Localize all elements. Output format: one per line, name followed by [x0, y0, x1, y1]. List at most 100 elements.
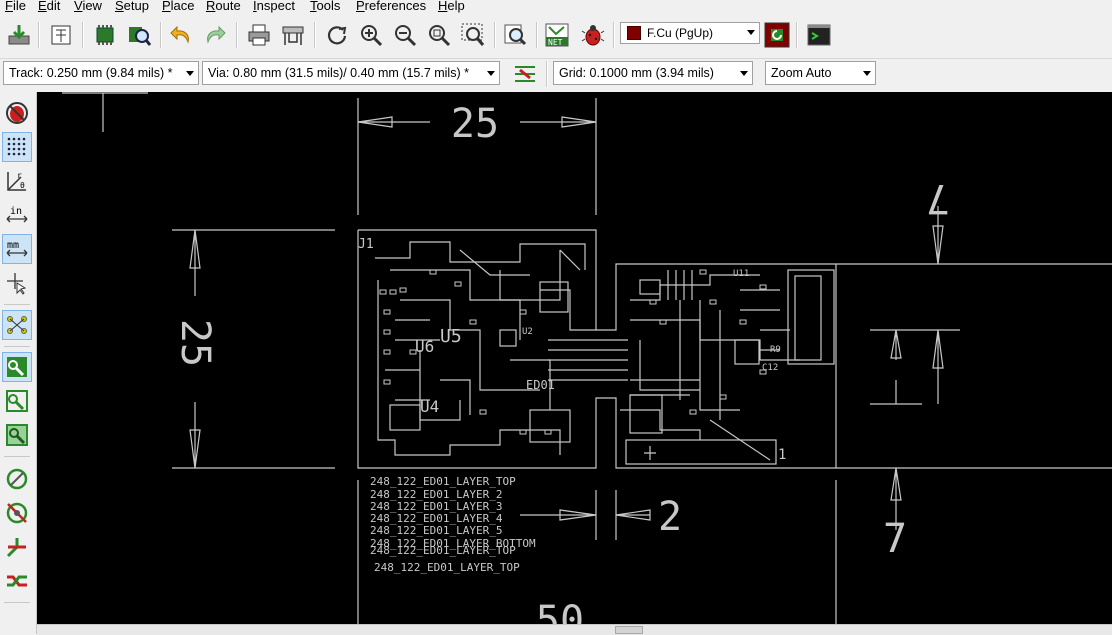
track-width-select[interactable]: Track: 0.250 mm (9.84 mils) * — [3, 61, 199, 85]
dimension-mid-text: 2 — [658, 494, 682, 540]
save-board-button[interactable] — [4, 20, 34, 50]
ref-label: U2 — [522, 327, 533, 337]
track-sketch-icon — [6, 538, 26, 558]
zoom-select[interactable]: Zoom Auto — [765, 61, 876, 85]
redraw-button[interactable] — [322, 20, 352, 50]
zoom-in-icon — [361, 25, 383, 47]
track-sketch-button[interactable] — [2, 532, 32, 562]
high-contrast-button[interactable] — [2, 566, 32, 596]
inch-units-icon: in — [6, 206, 28, 223]
via-sketch-icon — [6, 502, 28, 524]
find-button[interactable] — [500, 20, 530, 50]
zone-outline-icon — [6, 390, 28, 412]
menu-inspect[interactable]: Inspect — [253, 0, 295, 14]
horizontal-scrollbar[interactable] — [37, 624, 1112, 635]
netlist-button[interactable]: NET — [542, 20, 572, 50]
page-settings-icon — [51, 25, 71, 45]
undo-button[interactable] — [166, 20, 196, 50]
footprint-editor-button[interactable] — [90, 20, 120, 50]
via-size-select[interactable]: Via: 0.80 mm (31.5 mils)/ 0.40 mm (15.7 … — [202, 61, 500, 85]
zoom-fit-button[interactable] — [424, 20, 454, 50]
units-inch-button[interactable]: in — [2, 200, 32, 230]
units-mm-button[interactable]: mm — [2, 234, 32, 264]
pcb-canvas[interactable]: 25 25 2 50 7 7 U5 U6 U4 U2 U11 J1 1 R9 C… — [37, 92, 1112, 624]
menu-preferences[interactable]: Preferences — [356, 0, 426, 14]
dropdown-arrow-icon — [863, 71, 871, 76]
ref-label: 1 — [778, 447, 786, 463]
main-toolbar: NET F.Cu (PgUp) — [0, 14, 1112, 59]
footprint-icon — [96, 25, 114, 45]
layer-select[interactable]: F.Cu (PgUp) — [620, 22, 760, 44]
menu-bar: File Edit View Setup Place Route Inspect… — [0, 0, 1112, 14]
layer-label: 248_122_ED01_LAYER_TOP — [370, 475, 516, 488]
via-size-value: Via: 0.80 mm (31.5 mils)/ 0.40 mm (15.7 … — [208, 66, 469, 80]
refresh-icon — [327, 26, 347, 45]
menu-route[interactable]: Route — [206, 0, 241, 14]
zone-outline-button[interactable] — [2, 386, 32, 416]
show-grid-button[interactable] — [2, 132, 32, 162]
dropdown-arrow-icon — [740, 71, 748, 76]
ref-label: U11 — [733, 269, 749, 279]
auto-track-width-button[interactable] — [510, 59, 540, 89]
layer-label: 248_122_ED01_LAYER_TOP — [374, 561, 520, 574]
menu-view[interactable]: View — [74, 0, 102, 14]
layer-label: 248_122_ED01_LAYER_TOP — [370, 544, 516, 557]
ref-label: J1 — [358, 237, 374, 252]
zone-fill-button[interactable] — [2, 352, 32, 382]
zone-sketch-button[interactable] — [2, 420, 32, 450]
page-settings-button[interactable] — [46, 20, 76, 50]
full-crosshair-button[interactable] — [2, 268, 32, 298]
ratsnest-button[interactable] — [2, 310, 32, 340]
footprint-viewer-button[interactable] — [124, 20, 154, 50]
layer-pair-button[interactable] — [762, 20, 792, 50]
ref-label: C12 — [762, 363, 778, 373]
grid-select[interactable]: Grid: 0.1000 mm (3.94 mils) — [553, 61, 753, 85]
layer-label: 248_122_ED01_LAYER_5 — [370, 524, 502, 537]
dimension-top-text: 25 — [451, 101, 499, 147]
dropdown-arrow-icon — [747, 30, 755, 35]
grid-icon — [7, 137, 26, 156]
scripting-console-button[interactable] — [804, 20, 834, 50]
menu-help[interactable]: Help — [438, 0, 465, 14]
svg-text:NET: NET — [548, 38, 563, 47]
drc-button[interactable] — [578, 20, 608, 50]
track-width-icon — [515, 66, 535, 82]
ref-label: U6 — [415, 337, 434, 356]
zoom-area-icon — [461, 23, 485, 46]
menu-file[interactable]: File — [5, 0, 26, 14]
menu-setup[interactable]: Setup — [115, 0, 149, 14]
svg-text:mm: mm — [7, 240, 19, 251]
layer-select-value: F.Cu (PgUp) — [647, 26, 714, 40]
pad-sketch-button[interactable] — [2, 464, 32, 494]
zoom-out-button[interactable] — [390, 20, 420, 50]
polar-coords-button[interactable]: rθ — [2, 166, 32, 196]
menu-place[interactable]: Place — [162, 0, 195, 14]
zoom-value: Zoom Auto — [771, 66, 832, 80]
printer-icon — [248, 24, 270, 46]
dropdown-arrow-icon — [487, 71, 495, 76]
zoom-selection-button[interactable] — [458, 20, 488, 50]
netlist-icon: NET — [545, 23, 569, 47]
svg-text:in: in — [10, 206, 22, 217]
redo-button[interactable] — [200, 20, 230, 50]
redo-icon — [207, 25, 226, 44]
zoom-in-button[interactable] — [356, 20, 386, 50]
plotter-icon — [282, 26, 304, 45]
menu-tools[interactable]: Tools — [310, 0, 340, 14]
drc-off-button[interactable] — [2, 98, 32, 128]
plot-button[interactable] — [278, 20, 308, 50]
scrollbar-thumb[interactable] — [615, 626, 643, 634]
cursor-crosshair-icon — [7, 273, 27, 295]
footprint-viewer-icon — [129, 27, 152, 46]
mm-units-icon: mm — [6, 240, 28, 257]
board-name-label: ED01 — [526, 378, 555, 392]
layer-pair-icon — [764, 22, 790, 48]
ref-label: U4 — [420, 397, 439, 416]
via-sketch-button[interactable] — [2, 498, 32, 528]
print-button[interactable] — [244, 20, 274, 50]
undo-icon — [170, 25, 189, 44]
menu-edit[interactable]: Edit — [38, 0, 60, 14]
zoom-out-icon — [395, 25, 417, 47]
console-icon — [807, 24, 831, 46]
svg-text:θ: θ — [20, 181, 25, 190]
